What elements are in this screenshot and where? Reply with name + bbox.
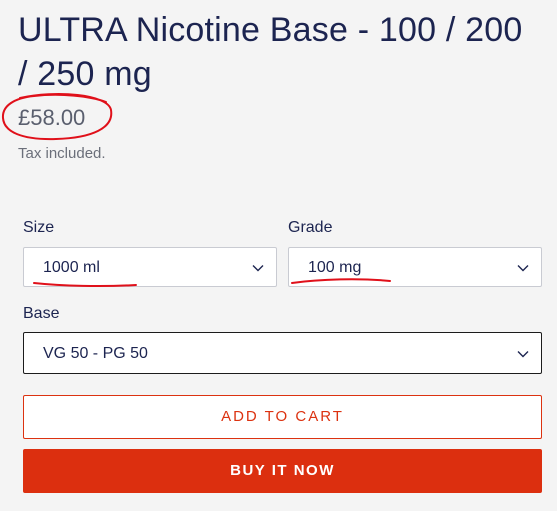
product-price: £58.00 bbox=[18, 105, 86, 130]
base-select[interactable]: VG 50 - PG 50 bbox=[23, 332, 542, 374]
tax-note: Tax included. bbox=[18, 145, 106, 162]
chevron-down-icon bbox=[252, 265, 264, 272]
buy-it-now-button[interactable]: BUY IT NOW bbox=[23, 449, 542, 493]
size-select[interactable]: 1000 ml bbox=[23, 247, 277, 287]
chevron-down-icon bbox=[517, 265, 529, 272]
grade-label: Grade bbox=[288, 219, 333, 236]
size-select-value: 1000 ml bbox=[43, 259, 100, 276]
chevron-down-icon bbox=[517, 351, 529, 358]
grade-select[interactable]: 100 mg bbox=[288, 247, 542, 287]
grade-select-value: 100 mg bbox=[308, 259, 362, 276]
product-title: ULTRA Nicotine Base - 100 / 200 / 250 mg bbox=[18, 11, 523, 93]
base-label: Base bbox=[23, 305, 60, 322]
base-select-value: VG 50 - PG 50 bbox=[43, 345, 148, 362]
add-to-cart-button[interactable]: ADD TO CART bbox=[23, 395, 542, 439]
size-label: Size bbox=[23, 219, 55, 236]
